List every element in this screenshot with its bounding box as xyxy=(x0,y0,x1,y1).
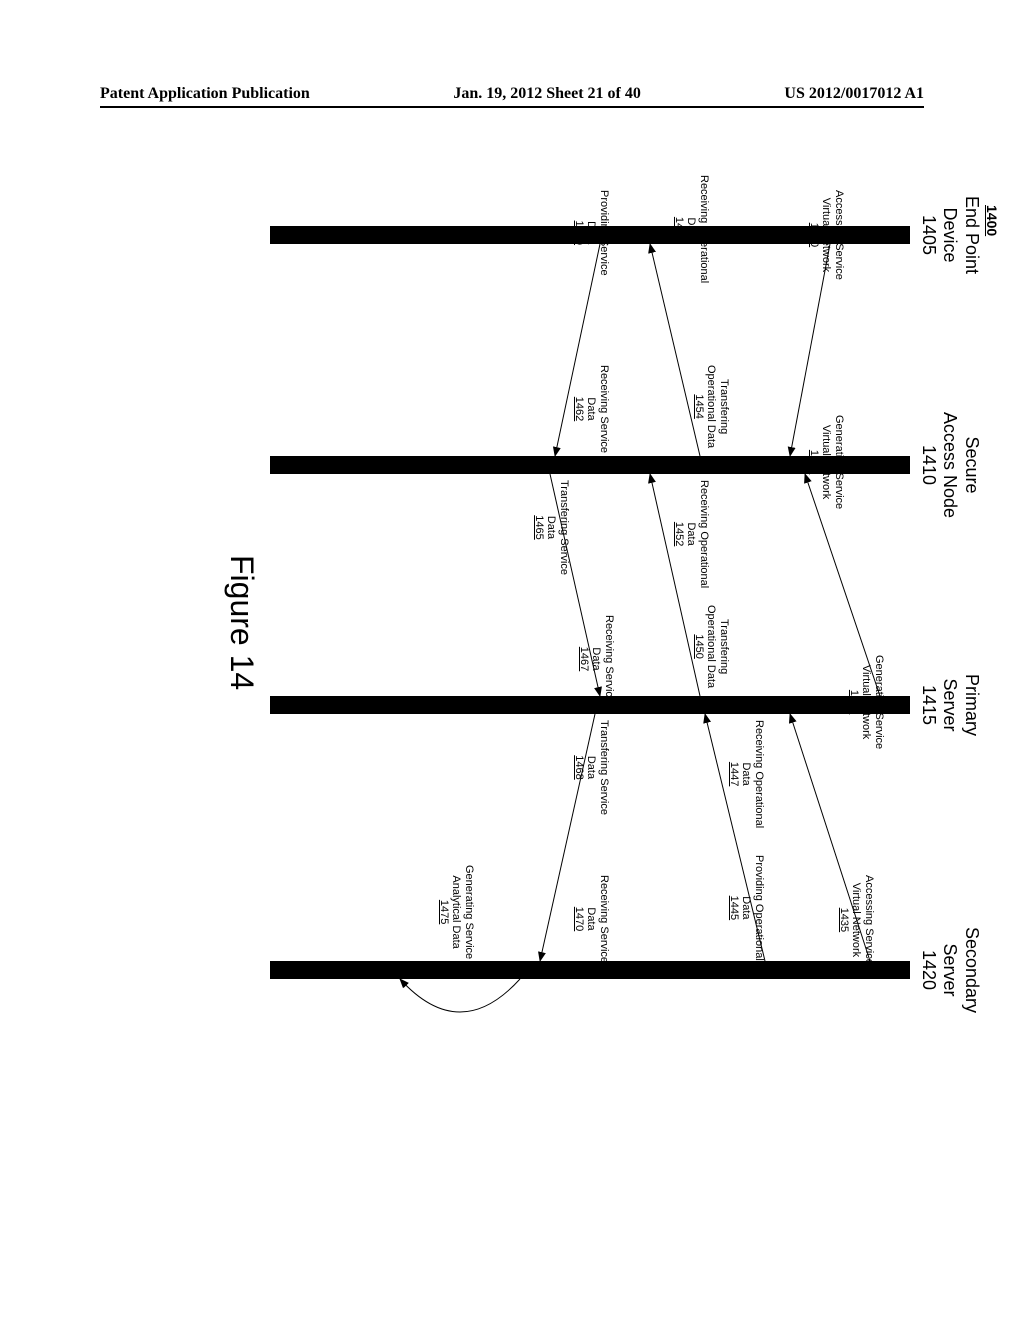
sequence-diagram: 1400 End Point Device 1405 Secure Access… xyxy=(60,220,960,1040)
msg-1450: Transfering Operational Data 1450 xyxy=(692,605,730,688)
msg-1455: Receiving Operational Data 1455 xyxy=(672,175,710,283)
msg-1460: Providing Service Data 1460 xyxy=(572,190,610,276)
msg-1468: Transfering Service Data 1468 xyxy=(572,720,610,815)
msg-1430: Generating Service Virtual Network 1430 xyxy=(807,415,845,509)
header-left: Patent Application Publication xyxy=(100,85,310,103)
lifeline-access-node: Secure Access Node 1410 xyxy=(917,405,982,525)
lifeline-bar-secondary xyxy=(270,961,910,979)
diagram-id: 1400 xyxy=(984,205,1000,236)
msg-1470: Receiving Service Data 1470 xyxy=(572,875,610,963)
header-center: Jan. 19, 2012 Sheet 21 of 40 xyxy=(453,85,641,103)
msg-1445: Providing Operational Data 1445 xyxy=(727,855,765,961)
msg-1452: Receiving Operational Data 1452 xyxy=(672,480,710,588)
lifeline-endpoint: End Point Device 1405 xyxy=(917,190,982,280)
msg-1425: Generating Service Virtual Network 1425 xyxy=(847,655,885,749)
page-header: Patent Application Publication Jan. 19, … xyxy=(100,85,924,108)
figure-label: Figure 14 xyxy=(223,555,260,690)
lifeline-primary: Primary Server 1415 xyxy=(917,665,982,745)
header-right: US 2012/0017012 A1 xyxy=(784,85,924,103)
msg-1465: Transfering Service Data 1465 xyxy=(532,480,570,575)
msg-1467: Receiving Service Data 1467 xyxy=(577,615,615,703)
msg-1440: Accessing Service Virtual Network 1440 xyxy=(807,190,845,280)
msg-1462: Receiving Service Data 1462 xyxy=(572,365,610,453)
msg-1435: Accessing Service Virtual Network 1435 xyxy=(837,875,875,965)
msg-1454: Transfering Operational Data 1454 xyxy=(692,365,730,448)
msg-1447: Receiving Operational Data 1447 xyxy=(727,720,765,828)
msg-1475: Generating Service Analytical Data 1475 xyxy=(437,865,475,959)
lifeline-secondary: Secondary Server 1420 xyxy=(917,920,982,1020)
